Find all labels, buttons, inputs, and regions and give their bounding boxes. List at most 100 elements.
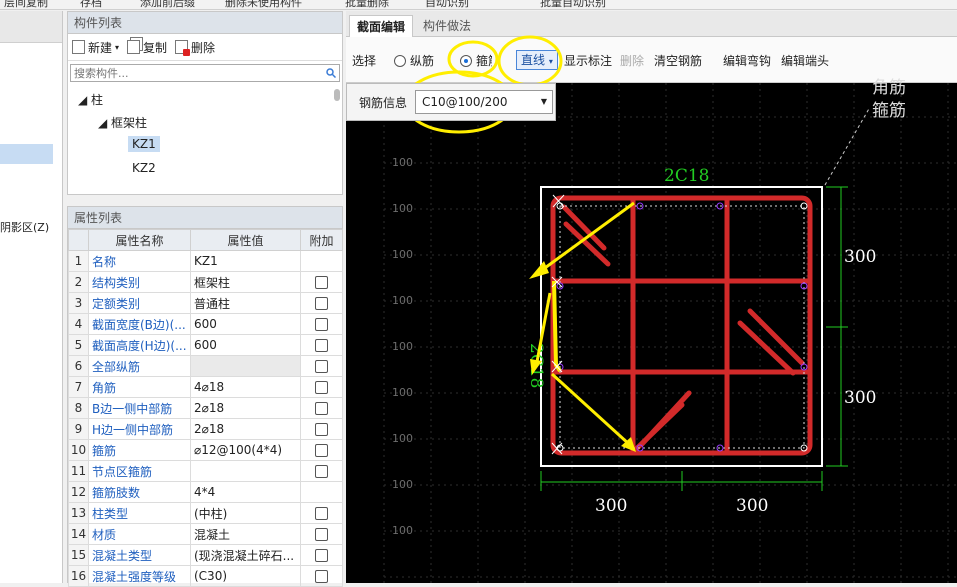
property-table-body: 1 名称 KZ1 2 结构类别 框架柱 3 定额类别 普通柱 4 截面宽度(B边)(... 600 5 截… bbox=[68, 250, 343, 587]
attach-checkbox[interactable] bbox=[315, 528, 328, 541]
property-value[interactable]: 混凝土 bbox=[190, 523, 301, 545]
topbar-item[interactable]: 添加前后缀 bbox=[140, 0, 195, 9]
topbar-item[interactable]: 删除未使用构件 bbox=[225, 0, 302, 9]
extra-cell bbox=[300, 313, 343, 335]
table-row[interactable]: 11 节点区箍筋 bbox=[68, 460, 343, 482]
table-row[interactable]: 3 定额类别 普通柱 bbox=[68, 292, 343, 314]
property-table: 属性名称 属性值 附加 1 名称 KZ1 2 结构类别 框架柱 3 定额类别 普通柱 4 截面宽度(… bbox=[68, 229, 343, 587]
extra-cell bbox=[300, 523, 343, 545]
topbar-item[interactable]: 自动识别 bbox=[425, 0, 469, 9]
table-row[interactable]: 4 截面宽度(B边)(... 600 bbox=[68, 313, 343, 335]
attach-checkbox[interactable] bbox=[315, 276, 328, 289]
attach-checkbox[interactable] bbox=[315, 423, 328, 436]
tree-item-kz2[interactable]: KZ2 bbox=[132, 161, 156, 175]
row-number: 8 bbox=[68, 397, 89, 419]
property-value[interactable]: (C30) bbox=[190, 565, 301, 587]
topbar-item[interactable]: 层间复制 bbox=[4, 0, 48, 9]
table-row[interactable]: 2 结构类别 框架柱 bbox=[68, 271, 343, 293]
table-row[interactable]: 5 截面高度(H边)(... 600 bbox=[68, 334, 343, 356]
property-value[interactable]: 2⌀18 bbox=[190, 418, 301, 440]
extra-cell bbox=[300, 250, 343, 272]
attach-checkbox[interactable] bbox=[315, 549, 328, 562]
property-name: 混凝土类型 bbox=[88, 544, 191, 566]
property-name: 定额类别 bbox=[88, 292, 191, 314]
property-value[interactable]: 框架柱 bbox=[190, 271, 301, 293]
table-row[interactable]: 14 材质 混凝土 bbox=[68, 523, 343, 545]
property-value[interactable]: (中柱) bbox=[190, 502, 301, 524]
table-row[interactable]: 12 箍筋肢数 4*4 bbox=[68, 481, 343, 503]
tree-node-column[interactable]: ◢ 柱 bbox=[78, 91, 103, 108]
topbar-item[interactable]: 存档 bbox=[80, 0, 102, 9]
property-value[interactable]: 普通柱 bbox=[190, 292, 301, 314]
rebar-info-value: C10@100/200 bbox=[422, 95, 508, 109]
rebar-info-dropdown[interactable]: C10@100/200 ▼ bbox=[415, 90, 553, 114]
property-value[interactable]: 600 bbox=[190, 313, 301, 335]
topbar-item[interactable]: 批量自动识别 bbox=[540, 0, 606, 9]
search-icon[interactable] bbox=[326, 68, 336, 78]
property-value[interactable] bbox=[190, 355, 301, 377]
topbar-item[interactable]: 批量删除 bbox=[345, 0, 389, 9]
delete-icon bbox=[175, 40, 191, 56]
tree-node-frame-column[interactable]: ◢ 框架柱 bbox=[98, 114, 147, 131]
attach-checkbox[interactable] bbox=[315, 360, 328, 373]
grid-spacing-label: 100 bbox=[392, 478, 413, 491]
property-value[interactable]: 2⌀18 bbox=[190, 397, 301, 419]
table-row[interactable]: 1 名称 KZ1 bbox=[68, 250, 343, 272]
table-row[interactable]: 15 混凝土类型 (现浇混凝土碎石... bbox=[68, 544, 343, 566]
extra-cell bbox=[300, 292, 343, 314]
collapse-icon[interactable]: ◢ bbox=[98, 116, 111, 130]
new-label: 新建 bbox=[88, 40, 113, 55]
component-search[interactable] bbox=[70, 64, 340, 82]
copy-button[interactable]: 复制 bbox=[127, 39, 167, 56]
tree-scrollbar[interactable] bbox=[334, 89, 340, 101]
extra-cell bbox=[300, 460, 343, 482]
attach-checkbox[interactable] bbox=[315, 507, 328, 520]
property-value[interactable]: 4⌀18 bbox=[190, 376, 301, 398]
attach-checkbox[interactable] bbox=[315, 381, 328, 394]
property-value[interactable]: (现浇混凝土碎石... bbox=[190, 544, 301, 566]
table-row[interactable]: 7 角筋 4⌀18 bbox=[68, 376, 343, 398]
property-value[interactable] bbox=[190, 460, 301, 482]
highlighted-stirrup-segment bbox=[552, 280, 562, 373]
extra-cell bbox=[300, 376, 343, 398]
attach-checkbox[interactable] bbox=[315, 318, 328, 331]
rebar-info-bar: 钢筋信息 C10@100/200 ▼ bbox=[346, 83, 556, 121]
row-number: 16 bbox=[68, 565, 89, 587]
left-navigation: 阴影区(Z) bbox=[0, 11, 63, 583]
attach-checkbox[interactable] bbox=[315, 570, 328, 583]
grid-spacing-label: 100 bbox=[392, 202, 413, 215]
table-row[interactable]: 9 H边一侧中部筋 2⌀18 bbox=[68, 418, 343, 440]
property-value[interactable]: 4*4 bbox=[190, 481, 301, 503]
attach-checkbox[interactable] bbox=[315, 444, 328, 457]
property-value[interactable]: ⌀12@100(4*4) bbox=[190, 439, 301, 461]
attach-checkbox[interactable] bbox=[315, 297, 328, 310]
property-name: 截面高度(H边)(... bbox=[88, 334, 191, 356]
section-editor: 截面编辑 构件做法 选择 纵筋 箍筋 直线 ▾ 显示标注 删除 清空钢筋 编辑弯… bbox=[346, 11, 957, 583]
delete-button[interactable]: 删除 bbox=[175, 39, 215, 56]
collapse-icon[interactable]: ◢ bbox=[78, 93, 91, 107]
row-number: 4 bbox=[68, 313, 89, 335]
component-tree: ◢ 柱 ◢ 框架柱 KZ1 KZ2 bbox=[68, 85, 342, 175]
table-row[interactable]: 13 柱类型 (中柱) bbox=[68, 502, 343, 524]
attach-checkbox[interactable] bbox=[315, 402, 328, 415]
component-search-input[interactable] bbox=[74, 66, 326, 80]
table-row[interactable]: 16 混凝土强度等级 (C30) bbox=[68, 565, 343, 587]
table-row[interactable]: 8 B边一侧中部筋 2⌀18 bbox=[68, 397, 343, 419]
property-value[interactable]: 600 bbox=[190, 334, 301, 356]
left-nav-item-shadow-zone[interactable]: 阴影区(Z) bbox=[0, 219, 49, 235]
dim-bottom-1: 300 bbox=[595, 496, 627, 516]
left-nav-selected-item[interactable] bbox=[0, 144, 53, 164]
attach-checkbox[interactable] bbox=[315, 339, 328, 352]
property-value[interactable]: KZ1 bbox=[190, 250, 301, 272]
property-name: 箍筋肢数 bbox=[88, 481, 191, 503]
property-name: 结构类别 bbox=[88, 271, 191, 293]
new-button[interactable]: 新建 ▾ bbox=[72, 39, 119, 56]
top-rebar-label[interactable]: 2C18 bbox=[664, 166, 709, 186]
property-header-row: 属性名称 属性值 附加 bbox=[68, 229, 343, 251]
property-name: 全部纵筋 bbox=[88, 355, 191, 377]
table-row[interactable]: 10 箍筋 ⌀12@100(4*4) bbox=[68, 439, 343, 461]
dropdown-arrow-icon: ▼ bbox=[540, 97, 547, 106]
tree-item-kz1[interactable]: KZ1 bbox=[128, 136, 160, 152]
attach-checkbox[interactable] bbox=[315, 465, 328, 478]
table-row[interactable]: 6 全部纵筋 bbox=[68, 355, 343, 377]
